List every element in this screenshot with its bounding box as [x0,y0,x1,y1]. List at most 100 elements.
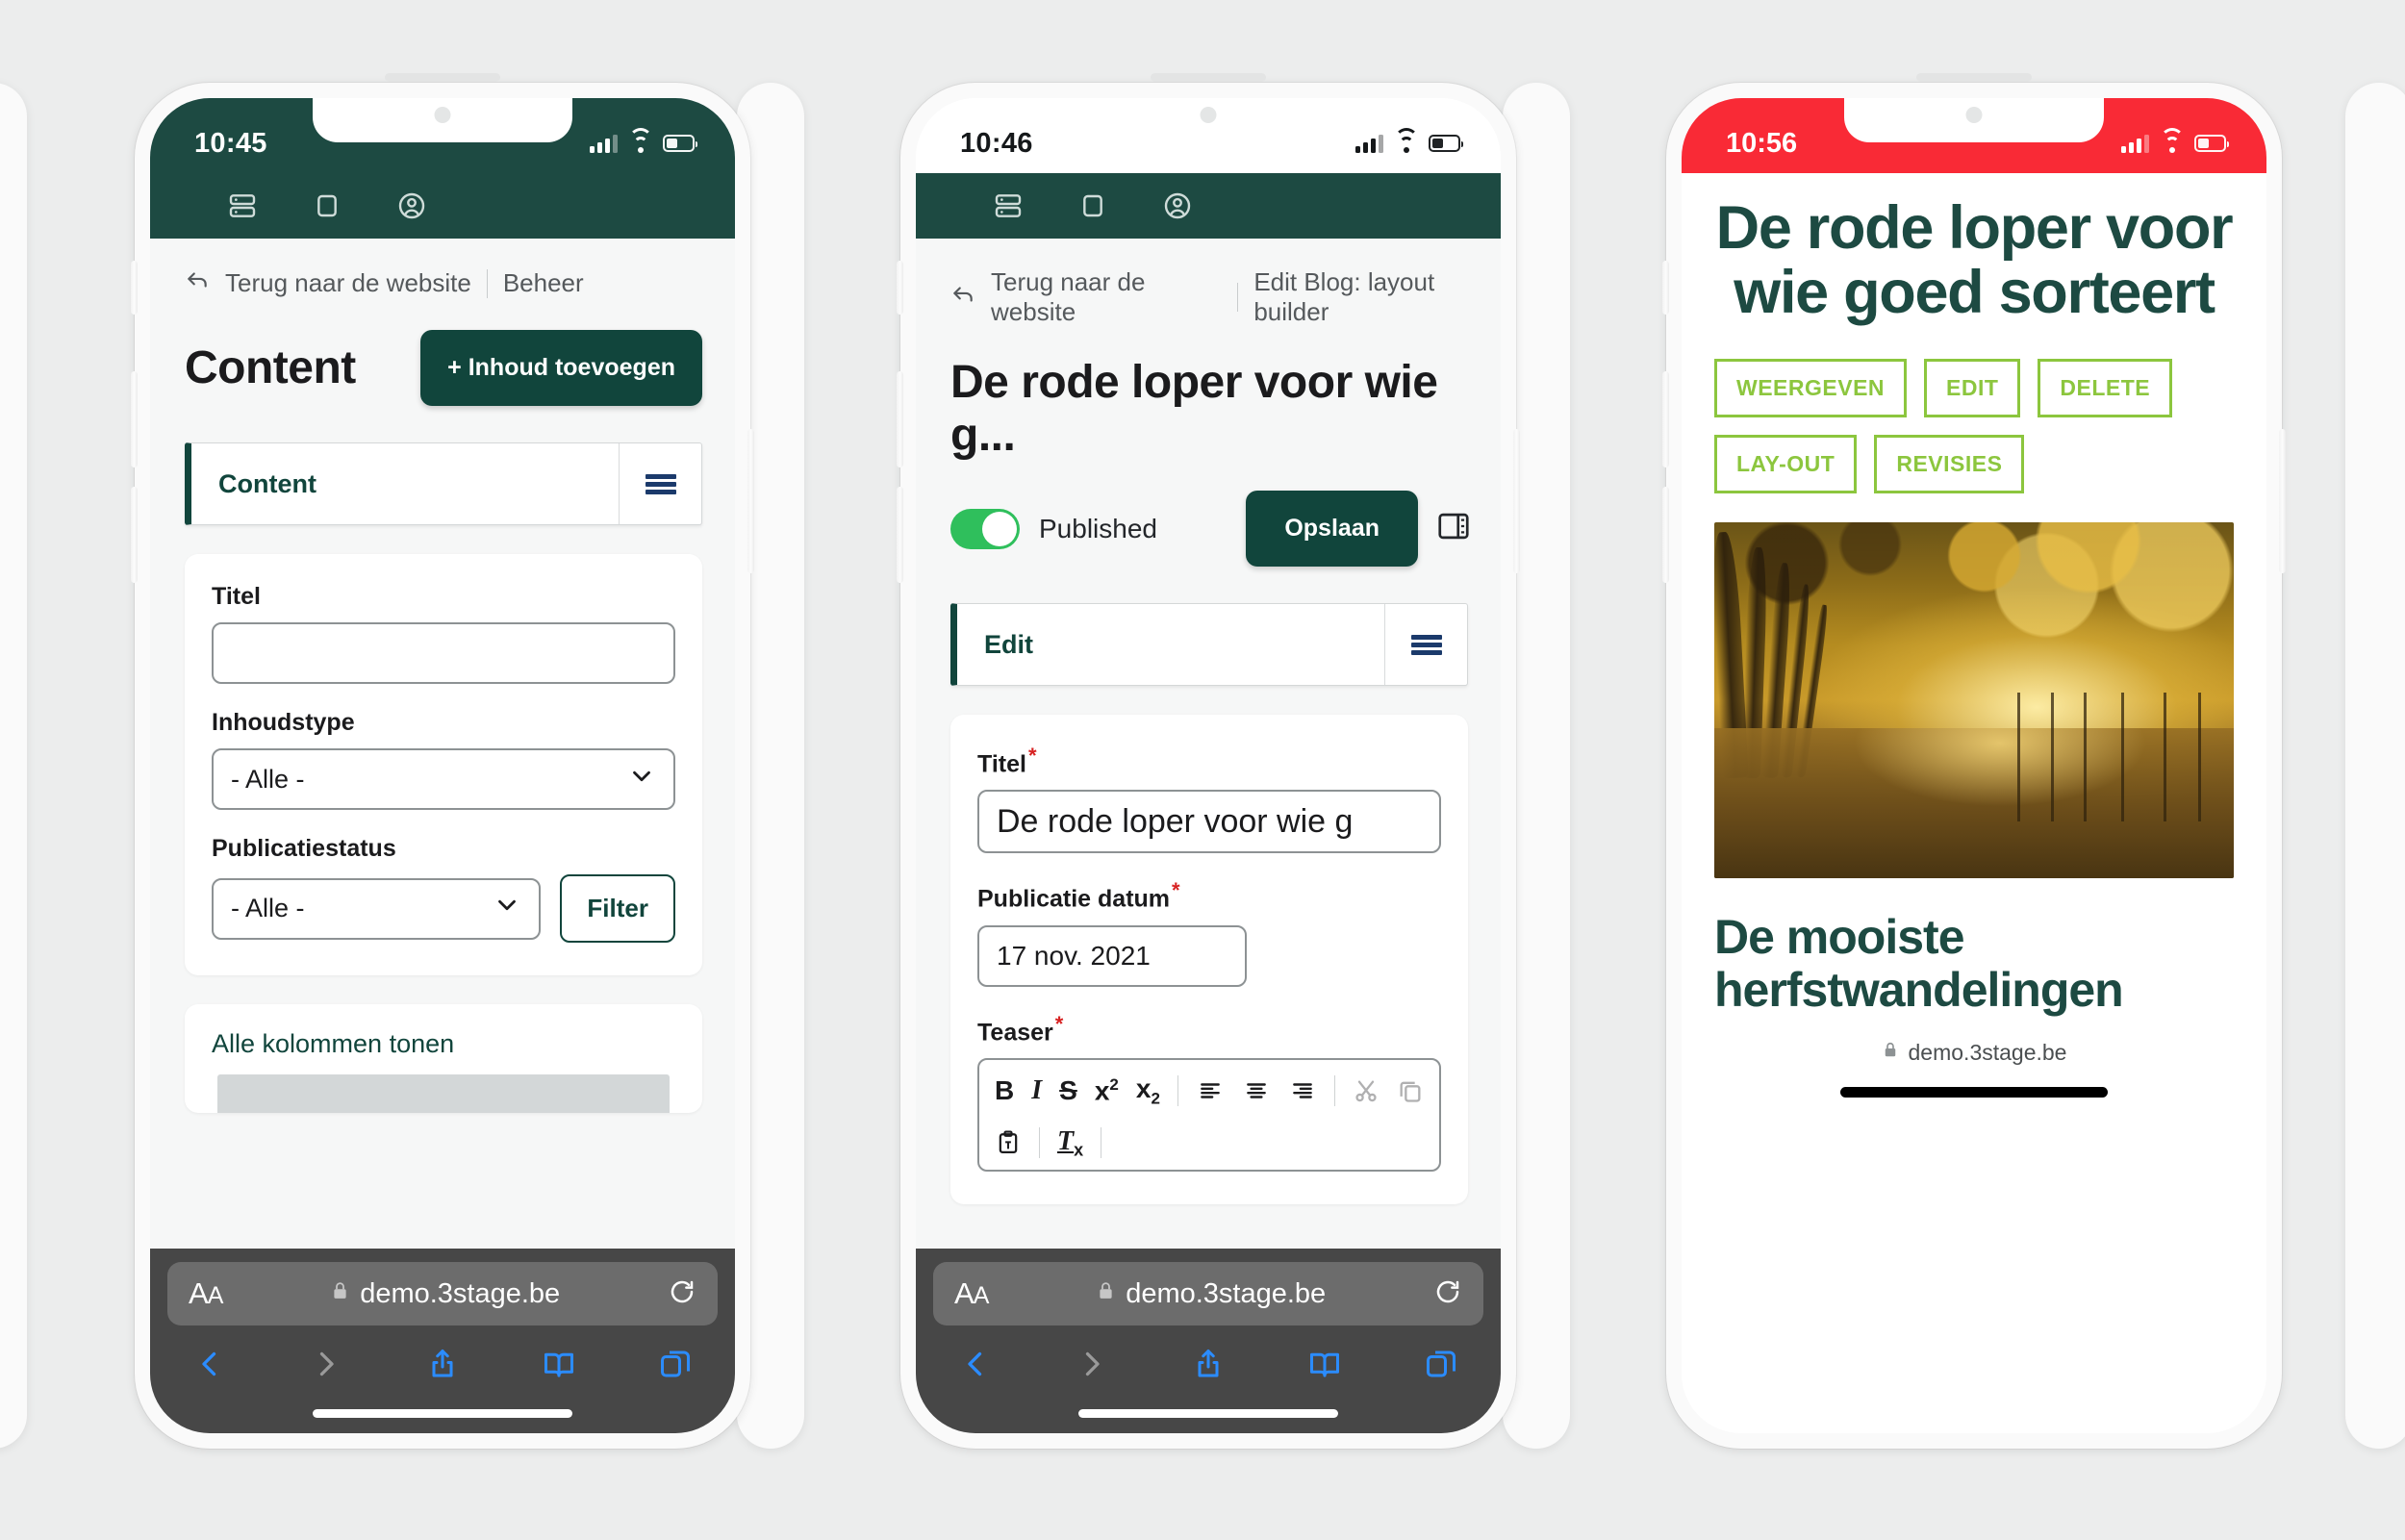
edit-details-label: Edit [984,629,1033,659]
reload-icon[interactable] [1433,1277,1462,1311]
shortcuts-icon[interactable] [1077,190,1108,221]
revisions-button[interactable]: REVISIES [1874,434,2025,493]
chevron-left-icon[interactable] [958,1347,993,1386]
phone-frame-partial-left [0,83,27,1449]
tabs-icon[interactable] [658,1347,693,1386]
mute-switch[interactable] [131,261,138,315]
node-form-panel: Titel* De rode loper voor wie g Publicat… [950,715,1468,1205]
add-content-button[interactable]: + Inhoud toevoegen [420,330,702,406]
volume-up-button[interactable] [131,371,138,467]
power-button[interactable] [1513,429,1520,573]
power-button[interactable] [2279,429,2286,573]
tabs-icon[interactable] [1424,1347,1458,1386]
align-left-icon[interactable] [1196,1078,1225,1103]
strikethrough-icon[interactable]: S [1059,1075,1077,1106]
wifi-icon [628,127,652,153]
section-title: De mooiste herfstwandelingen [1714,909,2124,1017]
account-icon[interactable] [396,190,427,221]
paste-text-icon[interactable] [995,1128,1022,1157]
safari-toolbar [933,1325,1483,1400]
filter-button[interactable]: Filter [560,874,675,943]
earpiece-speaker [385,73,500,82]
breadcrumb-back-link[interactable]: Terug naar de website [225,268,471,298]
page-title: De rode loper voor wie g... [950,357,1438,461]
volume-down-button[interactable] [1662,487,1669,583]
title-filter-label: Titel [212,583,261,610]
mute-switch[interactable] [897,261,903,315]
breadcrumb: Terug naar de website Beheer [150,239,735,299]
publication-date-field[interactable]: 17 nov. 2021 [977,924,1247,987]
volume-down-button[interactable] [131,487,138,583]
cellular-bars-icon [2121,134,2149,153]
hamburger-icon[interactable] [619,443,701,524]
phone-2-screen: 10:46 Terug naar de website Edit Blog: l… [916,98,1501,1433]
breadcrumb-back-link[interactable]: Terug naar de website [991,267,1222,327]
manage-icon[interactable] [227,190,258,221]
toolbar-separator [1177,1075,1178,1107]
teaser-editor[interactable]: B I S x2 x2 Tx [977,1057,1441,1173]
title-filter-input[interactable] [212,622,675,684]
align-right-icon[interactable] [1288,1078,1317,1103]
content-type-filter-select[interactable]: - Alle - [212,748,675,810]
account-icon[interactable] [1162,190,1193,221]
earpiece-speaker [1916,73,2032,82]
bold-icon[interactable]: B [995,1075,1014,1106]
status-time: 10:45 [194,127,267,159]
publication-status-filter-select[interactable]: - Alle - [212,877,542,940]
view-button[interactable]: WEERGEVEN [1714,358,1908,417]
reload-icon[interactable] [668,1277,696,1311]
book-icon[interactable] [542,1347,576,1386]
edit-button[interactable]: EDIT [1924,358,2021,417]
shortcuts-icon[interactable] [312,190,342,221]
layout-button[interactable]: LAY-OUT [1714,434,1858,493]
share-icon[interactable] [1191,1347,1226,1386]
share-icon[interactable] [425,1347,460,1386]
title-field[interactable]: De rode loper voor wie g [977,790,1441,854]
show-all-columns-link[interactable]: Alle kolommen tonen [212,1029,675,1059]
arrow-back-icon[interactable] [950,282,975,314]
phone-2-status-area: 10:46 [916,98,1501,173]
delete-button[interactable]: DELETE [2038,358,2173,417]
text-size-button[interactable]: AAAA [189,1276,223,1311]
save-button[interactable]: Opslaan [1246,491,1418,567]
safari-toolbar [167,1325,718,1400]
power-button[interactable] [747,429,754,573]
table-header-placeholder [217,1074,670,1113]
chevron-left-icon[interactable] [192,1347,227,1386]
manage-icon[interactable] [993,190,1024,221]
hamburger-icon[interactable] [1384,604,1467,685]
volume-down-button[interactable] [897,487,903,583]
chevron-right-icon [309,1347,343,1386]
lock-icon [330,1278,350,1310]
required-marker: * [1027,744,1037,768]
battery-icon [2194,135,2229,152]
drupal-admin-toolbar [150,173,735,239]
text-size-button[interactable]: AA [954,1276,989,1311]
notch [1844,98,2104,142]
panel-layout-icon[interactable] [1435,508,1472,549]
content-details-tab[interactable]: Content [185,442,702,525]
breadcrumb-separator [486,268,488,298]
published-toggle[interactable] [950,508,1020,549]
safari-url-text: demo.3stage.be [1126,1277,1327,1309]
volume-up-button[interactable] [897,371,903,467]
volume-up-button[interactable] [1662,371,1669,467]
safari-address-bar[interactable]: AA demo.3stage.be [933,1262,1483,1325]
publication-status-filter-value: - Alle - [231,894,305,922]
mute-switch[interactable] [1662,261,1669,315]
drupal-admin-toolbar [916,173,1501,239]
arrow-back-icon[interactable] [185,267,210,299]
superscript-icon[interactable]: x2 [1095,1075,1119,1106]
edit-details-tab[interactable]: Edit [950,603,1468,686]
safari-address-bar[interactable]: AAAA demo.3stage.be [167,1262,718,1325]
content-details-label: Content [218,468,316,498]
subscript-icon[interactable]: x2 [1136,1073,1160,1109]
breadcrumb-current: Beheer [502,268,584,297]
align-center-icon[interactable] [1242,1078,1271,1103]
remove-format-icon[interactable]: Tx [1057,1126,1083,1161]
publication-date-label: Publicatie datum* [977,878,1180,913]
book-icon[interactable] [1307,1347,1342,1386]
safari-minimized-url[interactable]: demo.3stage.be [1682,1017,2266,1066]
safari-url-text: demo.3stage.be [1908,1039,2067,1065]
italic-icon[interactable]: I [1031,1075,1042,1106]
